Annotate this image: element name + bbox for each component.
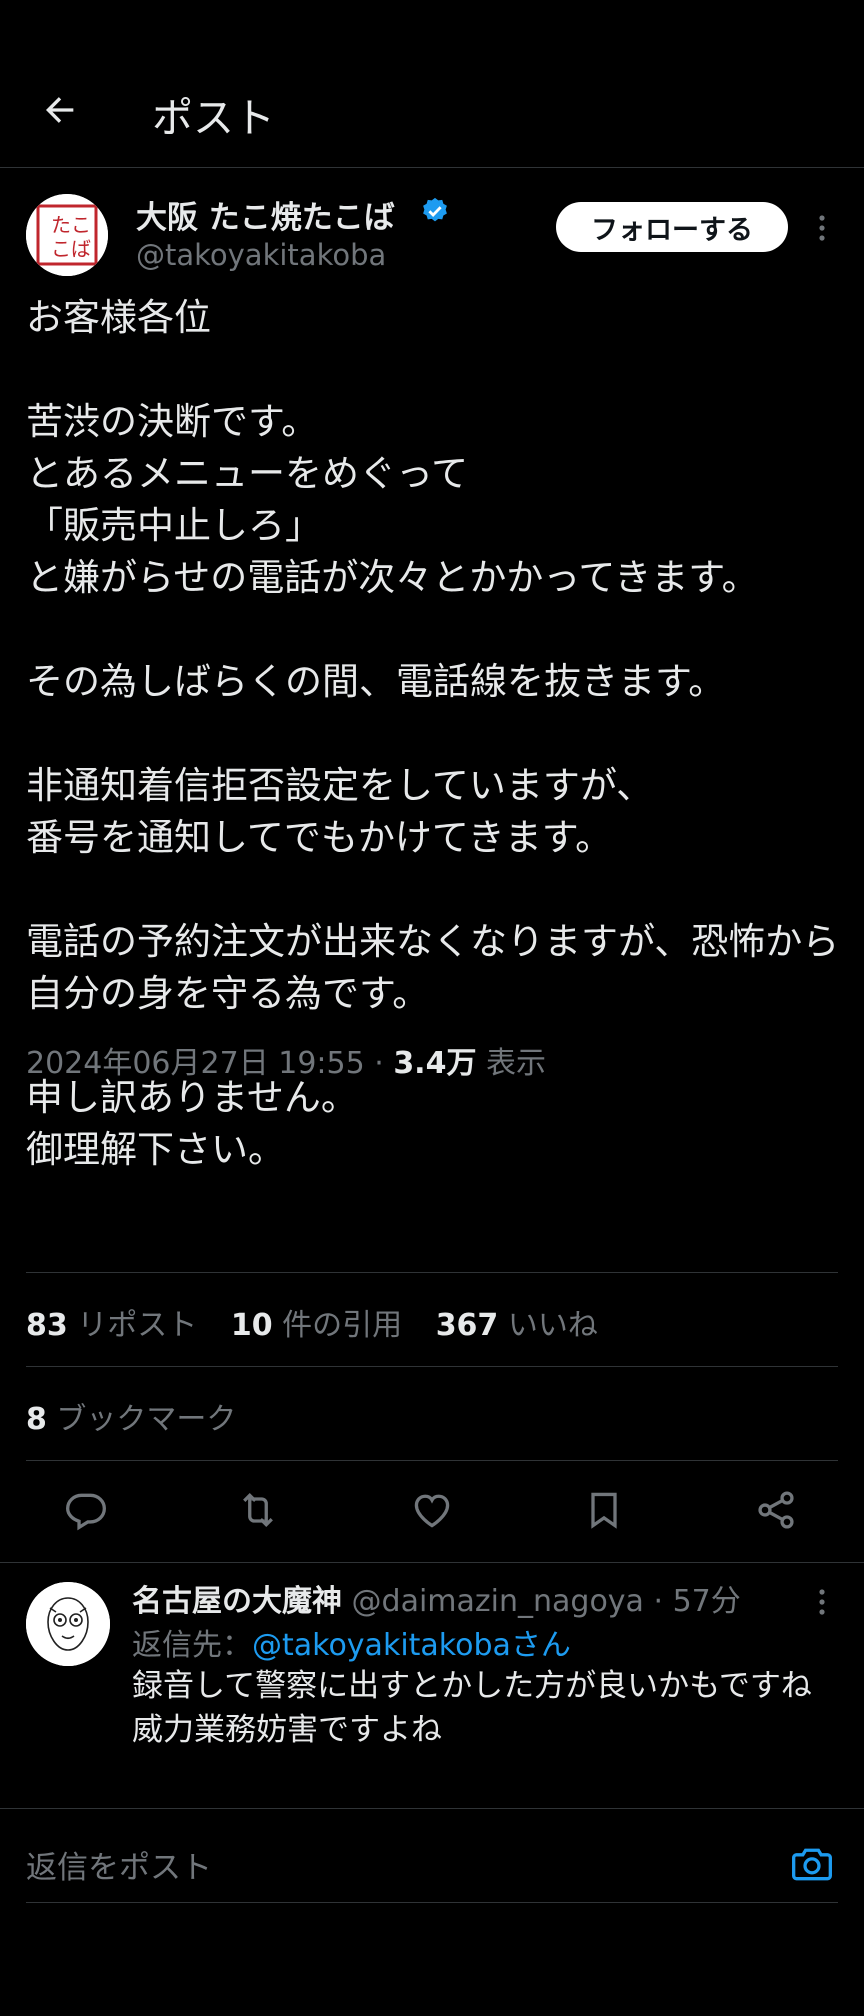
svg-text:た: た [51,213,71,237]
meta-separator: · [374,1046,394,1081]
svg-text:ば: ば [71,237,91,261]
arrow-left-icon[interactable] [40,90,80,130]
like-icon[interactable] [410,1488,454,1532]
bookmark-icon[interactable] [582,1488,626,1532]
reply-time-separator: · [653,1584,673,1619]
reply-avatar[interactable] [26,1582,110,1666]
share-icon[interactable] [754,1488,798,1532]
reply-avatar-illustration [26,1582,110,1666]
bookmarks-stat: 8 ブックマーク [26,1402,237,1437]
reply-text: 録音して警察に出すとかした方が良いかもですね 威力業務妨害ですよね [132,1668,812,1748]
divider [0,1808,864,1809]
author-handle[interactable]: @takoyakitakoba [136,238,386,272]
quotes-stat[interactable]: 10 件の引用 [231,1308,402,1343]
svg-text:こ: こ [71,213,91,237]
verified-badge-icon [423,197,447,222]
reply-time: 57分 [672,1584,741,1619]
likes-stat[interactable]: 367 いいね [436,1308,598,1343]
reply-author-name[interactable]: 名古屋の大魔神 [132,1584,342,1619]
post-meta: 2024年06月27日 19:55 · 3.4万 表示 [26,1038,546,1082]
post-timestamp[interactable]: 2024年06月27日 19:55 [26,1046,365,1081]
more-options-icon[interactable] [812,1586,832,1618]
reply-to: 返信先：@takoyakitakobaさん [132,1620,571,1664]
reply-author-handle[interactable]: @daimazin_nagoya [352,1584,644,1619]
divider [26,1460,838,1461]
action-bar [0,1488,864,1548]
repost-icon[interactable] [236,1488,280,1532]
more-options-icon[interactable] [812,212,832,244]
views-label: 表示 [486,1046,547,1081]
divider [26,1366,838,1367]
reply-to-label: 返信先： [132,1628,252,1663]
views-count: 3.4万 [393,1046,477,1081]
reply-to-link[interactable]: @takoyakitakobaさん [252,1628,571,1663]
page-title: ポスト [152,94,275,142]
divider [26,1272,838,1273]
reply-icon[interactable] [64,1488,108,1532]
camera-icon[interactable] [790,1842,834,1886]
follow-button[interactable]: フォローする [556,202,788,252]
author-name[interactable]: 大阪 たこ焼たこば [136,192,395,237]
avatar-logo: た こ こ ば [26,194,108,276]
compose-underline [26,1902,838,1903]
top-bar: ポスト [0,0,864,168]
engagement-stats: 83 リポスト 10 件の引用 367 いいね [26,1300,622,1344]
svg-text:こ: こ [51,237,71,261]
reposts-stat[interactable]: 83 リポスト [26,1308,197,1343]
reply-input[interactable]: 返信をポスト [26,1842,212,1887]
divider [0,1562,864,1563]
author-avatar[interactable]: た こ こ ば [26,194,108,276]
reply-header: 名古屋の大魔神 @daimazin_nagoya · 57分 [132,1576,741,1620]
